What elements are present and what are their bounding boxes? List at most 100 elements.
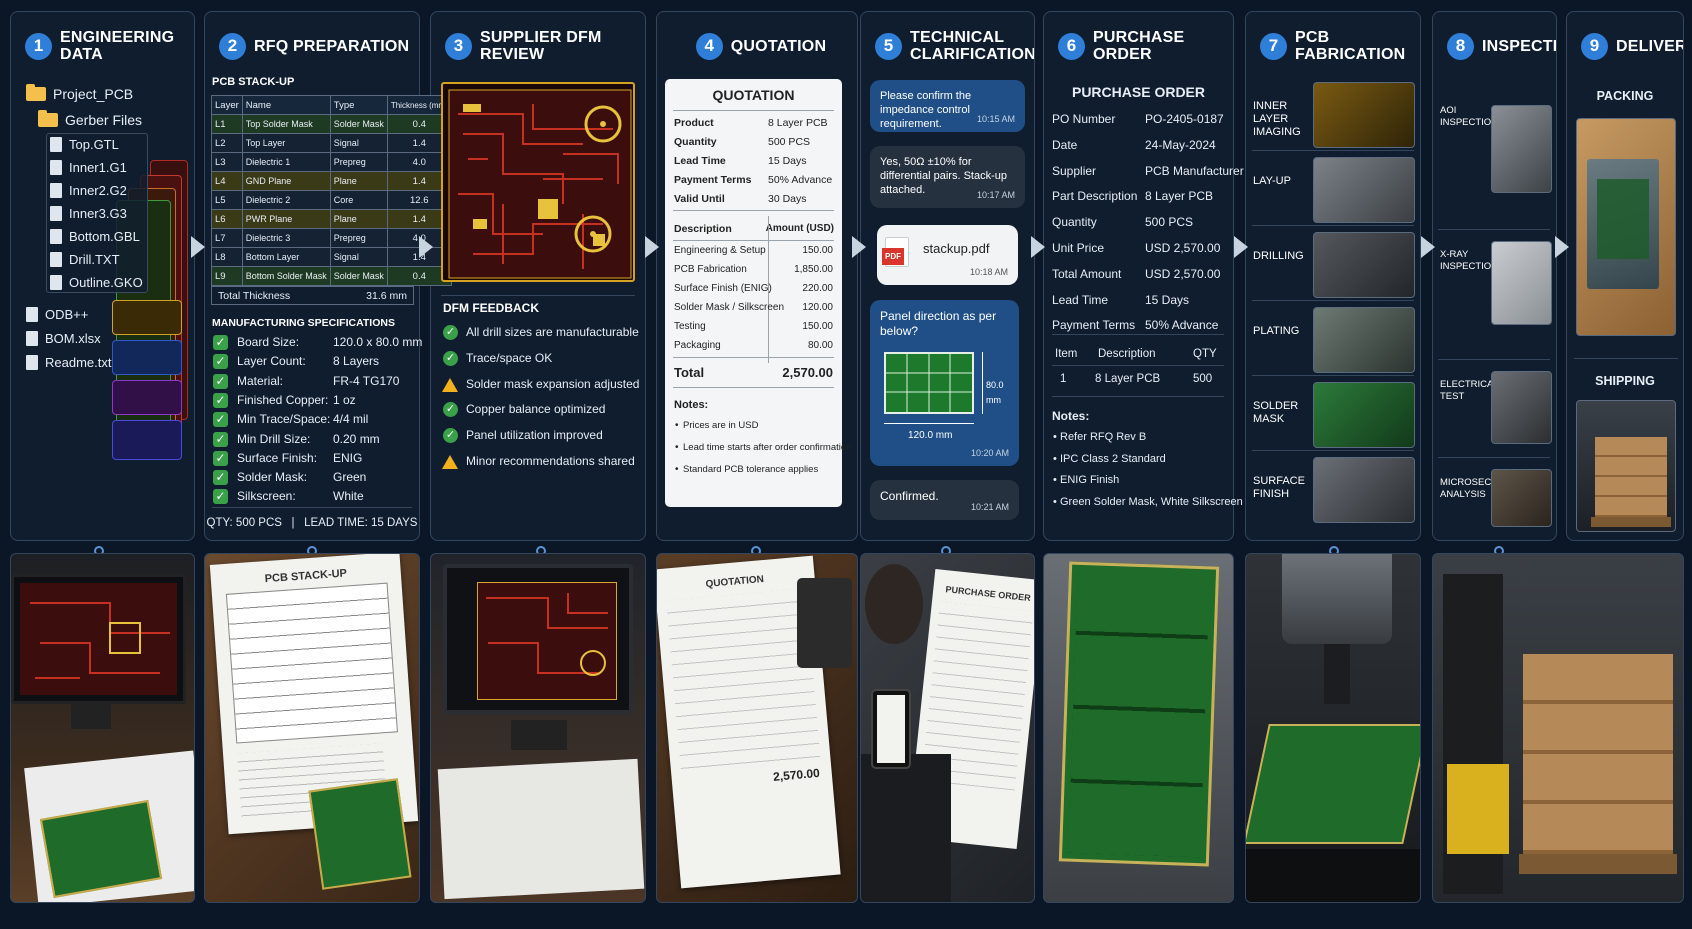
divider bbox=[1252, 375, 1414, 376]
stackup-cell: Top Solder Mask bbox=[241, 114, 331, 134]
quotation-line-description: Testing bbox=[674, 321, 706, 332]
quotation-field-label: Payment Terms bbox=[674, 174, 752, 186]
file-item[interactable]: Inner2.G2 bbox=[50, 183, 127, 198]
file-item[interactable]: Readme.txt bbox=[26, 355, 111, 370]
quotation-line-description: Solder Mask / Silkscreen bbox=[674, 302, 785, 313]
inspection-step-label: X-RAY INSPECTION bbox=[1440, 249, 1499, 272]
column-header: Layer bbox=[211, 95, 243, 115]
step-title: PCB FABRICATION bbox=[1295, 29, 1406, 63]
col-amount: Amount (USD) bbox=[765, 223, 834, 234]
chat-file-attachment[interactable]: PDF stackup.pdf 10:18 AM bbox=[877, 225, 1018, 285]
file-name: Inner1.G1 bbox=[69, 160, 127, 175]
spec-label: Layer Count: bbox=[237, 354, 306, 369]
project-folder-label: Project_PCB bbox=[53, 86, 134, 102]
fabrication-step-label: LAY-UP bbox=[1253, 175, 1291, 187]
step-header: 9 DELIVERY bbox=[1567, 12, 1683, 80]
stackup-cell: Dielectric 3 bbox=[241, 228, 331, 248]
spec-label: Solder Mask: bbox=[237, 470, 308, 485]
stackup-cell: GND Plane bbox=[241, 171, 331, 191]
divider bbox=[212, 507, 412, 508]
dim-height-label: 80.0 mm bbox=[986, 380, 1004, 405]
step-number-badge: 2 bbox=[219, 32, 246, 60]
quotation-line-amount: 1,850.00 bbox=[794, 264, 833, 275]
po-row-description: 8 Layer PCB bbox=[1095, 373, 1161, 385]
dfm-feedback-item: Minor recommendations shared bbox=[466, 454, 635, 468]
stackup-cell: L8 bbox=[211, 247, 243, 267]
quotation-field-value: 15 Days bbox=[768, 155, 807, 167]
spec-label: Silkscreen: bbox=[237, 489, 296, 504]
chat-timestamp: 10:21 AM bbox=[970, 502, 1009, 512]
inspection-step-label: ELECTRICAL TEST bbox=[1440, 379, 1499, 402]
stackup-cell: Plane bbox=[329, 171, 388, 191]
stackup-row: L9 Bottom Solder Mask Solder Mask 0.4 bbox=[211, 266, 452, 286]
quotation-field-label: Product bbox=[674, 117, 714, 129]
file-icon bbox=[50, 252, 62, 267]
dim-arrow-horizontal bbox=[884, 423, 974, 424]
file-name: Inner2.G2 bbox=[69, 183, 127, 198]
rfq-footer: QTY: 500 PCS | LEAD TIME: 15 DAYS bbox=[206, 517, 418, 529]
dfm-feedback-item: Copper balance optimized bbox=[466, 402, 606, 417]
gerber-folder[interactable]: Gerber Files bbox=[38, 110, 142, 128]
file-item[interactable]: Inner1.G1 bbox=[50, 160, 127, 175]
file-item[interactable]: Top.GTL bbox=[50, 137, 119, 152]
divider bbox=[1252, 450, 1414, 451]
check-circle-icon: ✓ bbox=[443, 325, 458, 340]
spec-value: 8 Layers bbox=[333, 354, 380, 369]
stackup-cell: L1 bbox=[211, 114, 243, 134]
fabrication-step-photo bbox=[1313, 157, 1415, 223]
step-number-badge: 3 bbox=[445, 32, 472, 60]
chat-message-confirmed: Confirmed. 10:21 AM bbox=[870, 480, 1019, 520]
quotation-line-description: PCB Fabrication bbox=[674, 264, 747, 275]
po-note: IPC Class 2 Standard bbox=[1060, 452, 1166, 465]
warning-icon bbox=[442, 455, 458, 469]
pcb-screen-graphic bbox=[30, 602, 170, 679]
chat-message-panel-question: Panel direction as per below? 120.0 mm 8… bbox=[870, 300, 1019, 466]
stackup-cell: L7 bbox=[211, 228, 243, 248]
quotation-line-description: Surface Finish (ENIG) bbox=[674, 283, 772, 294]
stackup-row: L2 Top Layer Signal 1.4 bbox=[211, 133, 452, 153]
fabrication-step-photo bbox=[1313, 307, 1415, 373]
inspection-step-label: MICROSECTION ANALYSIS bbox=[1440, 477, 1514, 500]
stackup-row: L5 Dielectric 2 Core 12.6 bbox=[211, 190, 452, 210]
spec-label: Finished Copper: bbox=[237, 392, 329, 407]
pdf-badge: PDF bbox=[882, 248, 904, 265]
column-header: Type bbox=[329, 95, 388, 115]
spec-value: White bbox=[333, 489, 364, 504]
quotation-line-amount: 220.00 bbox=[802, 283, 833, 294]
stackup-cell: Signal bbox=[329, 133, 388, 153]
file-icon bbox=[50, 160, 62, 175]
inspection-step-photo bbox=[1491, 371, 1552, 444]
po-field-label: Part Description bbox=[1052, 189, 1138, 204]
photo-warehouse-shipping bbox=[1432, 553, 1684, 903]
file-icon bbox=[50, 206, 62, 221]
stackup-cell: Solder Mask bbox=[329, 266, 388, 286]
file-item[interactable]: Drill.TXT bbox=[50, 252, 120, 267]
file-item[interactable]: Inner3.G3 bbox=[50, 206, 127, 221]
file-item[interactable]: Outline.GKO bbox=[50, 275, 143, 290]
po-col-qty: QTY bbox=[1193, 348, 1217, 360]
spec-label: Min Trace/Space: bbox=[237, 412, 331, 427]
chat-message-buyer: Yes, 50Ω ±10% for differential pairs. St… bbox=[870, 146, 1025, 208]
check-icon: ✓ bbox=[213, 450, 228, 466]
inspection-step-photo bbox=[1491, 105, 1552, 193]
file-item[interactable]: BOM.xlsx bbox=[26, 331, 101, 346]
file-item[interactable]: ODB++ bbox=[26, 307, 88, 322]
file-name: Top.GTL bbox=[69, 137, 119, 152]
photo-quotation-document: QUOTATION 2,570.00 bbox=[656, 553, 858, 903]
po-field-label: Total Amount bbox=[1052, 266, 1122, 281]
phone-icon bbox=[871, 689, 911, 769]
flow-arrow-icon bbox=[419, 236, 433, 258]
quotation-field-label: Valid Until bbox=[674, 193, 725, 205]
po-field-label: Unit Price bbox=[1052, 241, 1105, 255]
flow-arrow-icon bbox=[1555, 236, 1569, 258]
quotation-line-amount: 150.00 bbox=[802, 245, 833, 256]
project-folder[interactable]: Project_PCB bbox=[26, 84, 134, 102]
stackup-row: L6 PWR Plane Plane 1.4 bbox=[211, 209, 452, 229]
file-item[interactable]: Bottom.GBL bbox=[50, 229, 140, 244]
file-name: ODB++ bbox=[45, 307, 89, 322]
po-field-value: USD 2,570.00 bbox=[1145, 241, 1221, 255]
stackup-cell: Dielectric 1 bbox=[241, 152, 331, 172]
stackup-title: PCB STACK-UP bbox=[212, 76, 295, 88]
dfm-feedback-item: Solder mask expansion adjusted bbox=[466, 376, 640, 391]
inspection-step-photo bbox=[1491, 469, 1552, 527]
